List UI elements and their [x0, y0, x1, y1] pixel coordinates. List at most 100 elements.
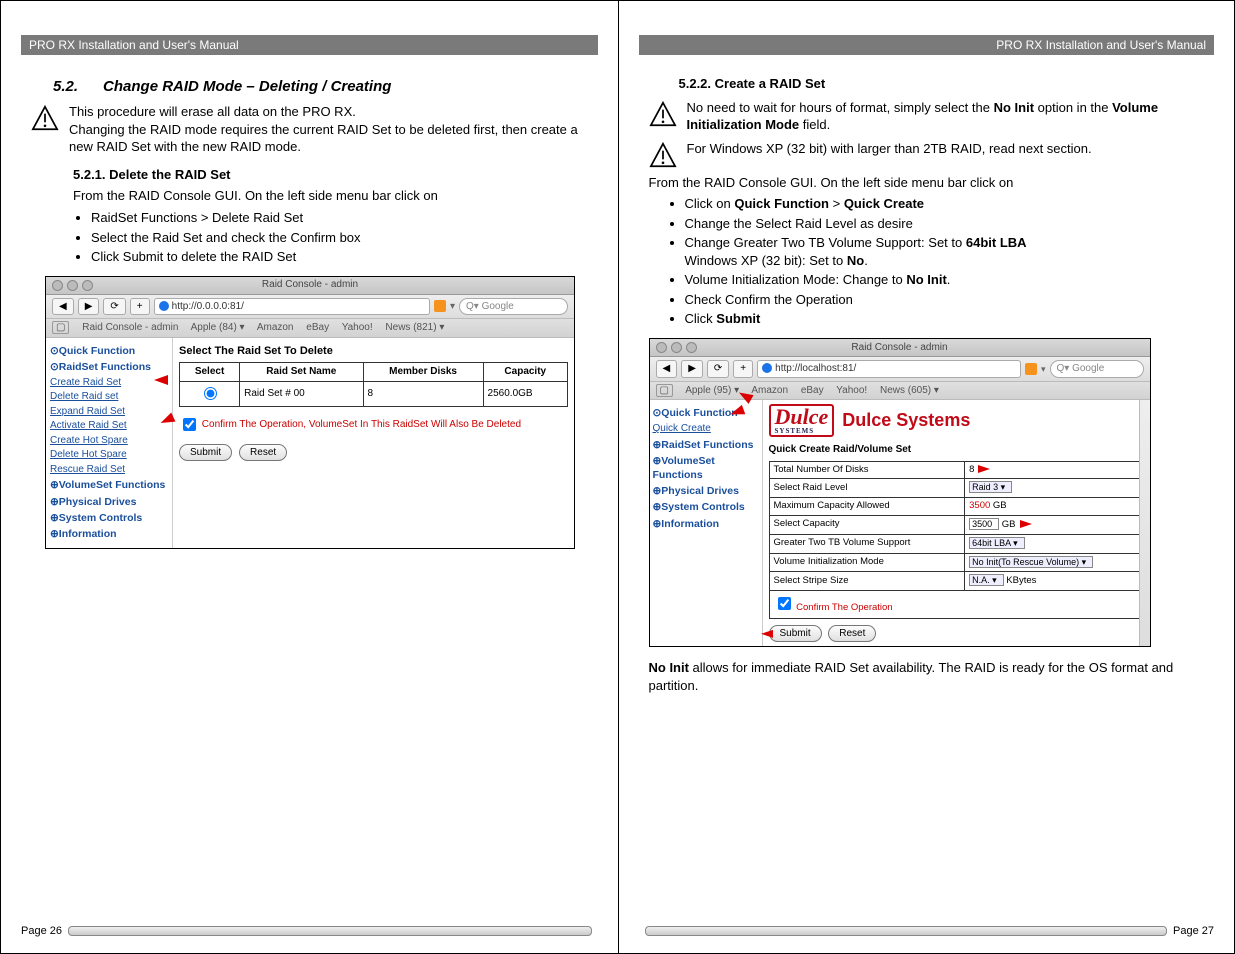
- red-arrow-icon: [1020, 520, 1032, 528]
- confirm-checkbox[interactable]: [183, 418, 196, 431]
- bm-4[interactable]: Yahoo!: [342, 322, 373, 333]
- txt-noinit: No Init: [994, 100, 1034, 115]
- row-init-mode: Volume Initialization ModeNo Init(To Res…: [769, 553, 1143, 572]
- section-number: 5.2.: [53, 78, 78, 95]
- bm-0[interactable]: Raid Console - admin: [82, 322, 178, 333]
- footer-bar: [68, 926, 592, 936]
- bm-1[interactable]: Amazon: [751, 385, 788, 396]
- subsection-heading-5-2-2: 5.2.2. Create a RAID Set: [679, 75, 1215, 93]
- step-3: Click Submit to delete the RAID Set: [91, 248, 598, 266]
- warn-line-1: This procedure will erase all data on th…: [69, 103, 598, 121]
- row-select-capacity: Select Capacity3500 GB: [769, 515, 1143, 534]
- rss-icon[interactable]: [434, 300, 446, 312]
- bm-0[interactable]: Apple (95) ▾: [685, 385, 739, 396]
- footer-right: Page 27: [639, 921, 1215, 943]
- back-button[interactable]: ◀: [52, 298, 74, 316]
- sb-physical-drives[interactable]: ⊕Physical Drives: [50, 495, 168, 509]
- confirm-checkbox[interactable]: [778, 597, 791, 610]
- steps-list: Click on Quick Function > Quick Create C…: [667, 195, 1215, 328]
- cell-disks: 8: [363, 381, 483, 407]
- warn-line-2: Changing the RAID mode requires the curr…: [69, 121, 598, 156]
- warn2-text: For Windows XP (32 bit) with larger than…: [687, 140, 1092, 158]
- sb-create-hot-spare[interactable]: Create Hot Spare: [50, 434, 168, 448]
- bm-3[interactable]: eBay: [306, 322, 329, 333]
- add-button[interactable]: +: [130, 298, 150, 316]
- sb-rescue-raid-set[interactable]: Rescue Raid Set: [50, 463, 168, 477]
- sb-expand-raid-set[interactable]: Expand Raid Set: [50, 405, 168, 419]
- sb-information[interactable]: ⊕Information: [50, 527, 168, 541]
- add-button[interactable]: +: [733, 360, 753, 378]
- bm-4[interactable]: News (605) ▾: [880, 385, 939, 396]
- sb-system-controls[interactable]: ⊕System Controls: [653, 500, 759, 514]
- rss-icon[interactable]: [1025, 363, 1037, 375]
- section-title: Change RAID Mode – Deleting / Creating: [103, 78, 391, 95]
- url-field[interactable]: http://0.0.0.0:81/: [154, 298, 430, 316]
- sb-raidset-functions[interactable]: ⊕RaidSet Functions: [653, 438, 759, 452]
- reset-button[interactable]: Reset: [239, 444, 287, 461]
- cell-capacity: 2560.0GB: [483, 381, 567, 407]
- reset-button[interactable]: Reset: [828, 625, 876, 642]
- reload-button[interactable]: ⟳: [103, 298, 125, 316]
- globe-icon: [762, 363, 772, 373]
- cell-name: Raid Set # 00: [240, 381, 363, 407]
- sb-create-raid-set[interactable]: Create Raid Set: [50, 376, 168, 390]
- table-row: Raid Set # 00 8 2560.0GB: [180, 381, 568, 407]
- search-field[interactable]: Q▾ Google: [459, 298, 568, 316]
- bm-2[interactable]: Amazon: [257, 322, 294, 333]
- reload-button[interactable]: ⟳: [707, 360, 729, 378]
- bookmarks-icon[interactable]: ▢: [656, 384, 673, 397]
- bookmarks-bar[interactable]: ▢ Apple (95) ▾ Amazon eBay Yahoo! News (…: [650, 382, 1150, 401]
- row-raid-level: Select Raid LevelRaid 3 ▾: [769, 479, 1143, 498]
- red-arrow-icon: [730, 407, 744, 422]
- url-field[interactable]: http://localhost:81/: [757, 360, 1021, 378]
- step-2: Select the Raid Set and check the Confir…: [91, 229, 598, 247]
- page-number: Page 26: [21, 925, 62, 937]
- search-field[interactable]: Q▾ Google: [1050, 360, 1144, 378]
- bookmarks-icon[interactable]: ▢: [52, 321, 69, 334]
- forward-button[interactable]: ▶: [681, 360, 703, 378]
- txt: option in the: [1034, 100, 1112, 115]
- bm-3[interactable]: Yahoo!: [836, 385, 867, 396]
- red-arrow-icon: [160, 415, 174, 429]
- sb-quick-create[interactable]: Quick Create: [653, 422, 759, 436]
- sb-delete-raid-set[interactable]: Delete Raid set: [50, 390, 168, 404]
- stripe-select[interactable]: N.A. ▾: [969, 574, 1004, 586]
- step-4: Volume Initialization Mode: Change to No…: [685, 271, 1215, 289]
- raid-table: Select Raid Set Name Member Disks Capaci…: [179, 362, 568, 407]
- steps-list: RaidSet Functions > Delete Raid Set Sele…: [73, 209, 598, 266]
- sb-delete-hot-spare[interactable]: Delete Hot Spare: [50, 448, 168, 462]
- row-two-tb: Greater Two TB Volume Support64bit LBA ▾: [769, 534, 1143, 553]
- header-left: PRO RX Installation and User's Manual: [21, 35, 598, 55]
- row-max-capacity: Maximum Capacity Allowed3500 GB: [769, 498, 1143, 516]
- sb-volumeset-functions[interactable]: ⊕VolumeSet Functions: [50, 478, 168, 492]
- th-capacity: Capacity: [483, 363, 567, 382]
- two-tb-select[interactable]: 64bit LBA ▾: [969, 537, 1025, 549]
- page-27: PRO RX Installation and User's Manual 5.…: [618, 1, 1235, 953]
- txt: field.: [799, 117, 830, 132]
- raid-level-select[interactable]: Raid 3 ▾: [969, 481, 1012, 493]
- section-heading-5-2: 5.2. Change RAID Mode – Deleting / Creat…: [53, 77, 598, 97]
- header-right: PRO RX Installation and User's Manual: [639, 35, 1215, 55]
- scrollbar[interactable]: [1139, 400, 1150, 646]
- sb-raidset-functions[interactable]: ⊙RaidSet Functions: [50, 360, 168, 374]
- sb-information[interactable]: ⊕Information: [653, 517, 759, 531]
- sb-quick-function[interactable]: ⊙Quick Function: [50, 344, 168, 358]
- bm-2[interactable]: eBay: [801, 385, 824, 396]
- bm-5[interactable]: News (821) ▾: [385, 322, 444, 333]
- sb-activate-raid-set[interactable]: Activate Raid Set: [50, 419, 168, 433]
- forward-button[interactable]: ▶: [78, 298, 100, 316]
- sb-volumeset-functions[interactable]: ⊕VolumeSet Functions: [653, 454, 759, 482]
- sb-physical-drives[interactable]: ⊕Physical Drives: [653, 484, 759, 498]
- capacity-input[interactable]: 3500: [969, 518, 999, 530]
- subsection-heading-5-2-1: 5.2.1. Delete the RAID Set: [73, 166, 598, 184]
- row-select-radio[interactable]: [204, 387, 217, 400]
- bookmarks-bar[interactable]: ▢ Raid Console - admin Apple (84) ▾ Amaz…: [46, 319, 574, 338]
- init-mode-select[interactable]: No Init(To Rescue Volume) ▾: [969, 556, 1093, 568]
- page-number: Page 27: [1173, 925, 1214, 937]
- bm-1[interactable]: Apple (84) ▾: [191, 322, 245, 333]
- red-arrow-icon: [978, 465, 990, 473]
- step-6: Click Submit: [685, 310, 1215, 328]
- sb-system-controls[interactable]: ⊕System Controls: [50, 511, 168, 525]
- back-button[interactable]: ◀: [656, 360, 678, 378]
- submit-button[interactable]: Submit: [179, 444, 232, 461]
